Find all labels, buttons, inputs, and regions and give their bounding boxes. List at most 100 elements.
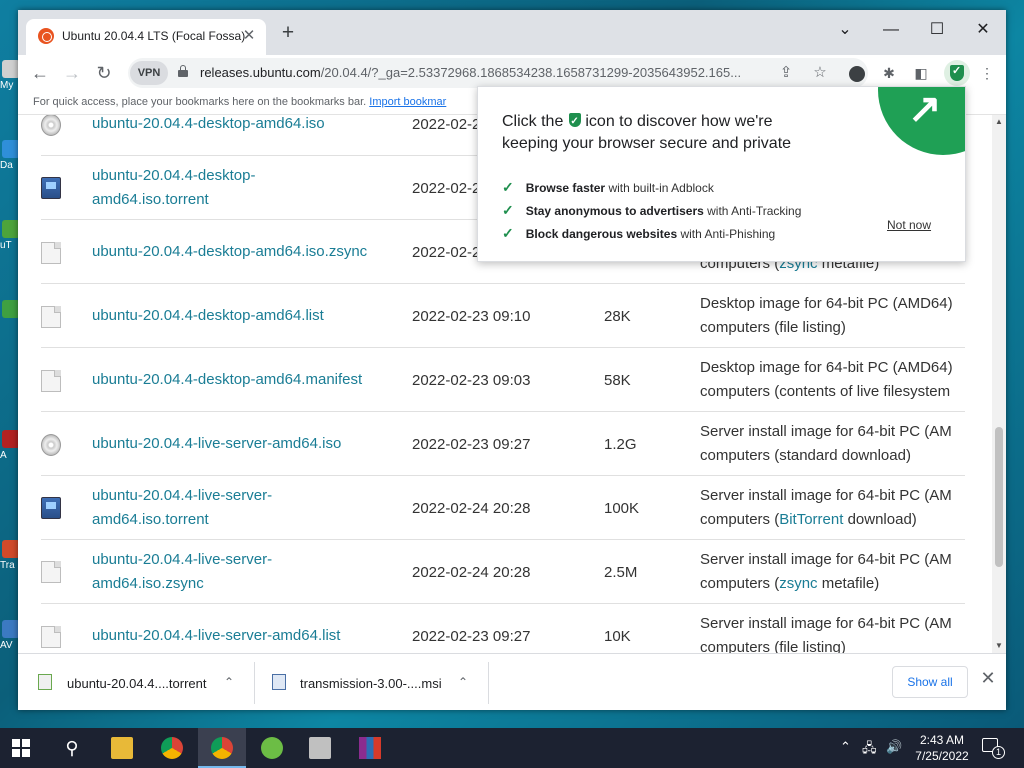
feature-item: ✓ Block dangerous websites with Anti-Phis… — [502, 225, 775, 242]
file-link[interactable]: ubuntu-20.04.4-live-server-amd64.list — [92, 624, 392, 648]
share-icon[interactable]: ⇪ — [774, 61, 798, 85]
download-options-chevron-icon[interactable]: ⌃ — [458, 675, 468, 689]
checkmark-icon: ✓ — [502, 179, 514, 195]
scrollbar-thumb[interactable] — [995, 427, 1003, 567]
file-link-line: ubuntu-20.04.4-desktop-amd64.iso.zsync — [92, 243, 368, 260]
shield-icon — [569, 111, 582, 133]
scroll-up-arrow[interactable]: ▲ — [992, 117, 1006, 129]
download-item-transmission[interactable]: transmission-3.00-....msi ⌃ — [254, 662, 488, 704]
file-icon — [41, 561, 61, 583]
description-text: metafile) — [817, 575, 880, 592]
security-shield-icon[interactable] — [944, 60, 970, 86]
security-promo-popup: ↗ Click theicon to discover how we're ke… — [477, 86, 966, 262]
vpn-badge[interactable]: VPN — [130, 61, 168, 85]
ubuntu-favicon-icon — [38, 28, 54, 44]
download-separator — [488, 662, 489, 704]
import-bookmarks-link[interactable]: Import bookmar — [369, 96, 446, 108]
notification-center-icon[interactable]: 1 — [982, 738, 1005, 759]
network-icon[interactable]: 🖧 — [862, 739, 877, 761]
tab-ubuntu-release[interactable]: Ubuntu 20.04.4 LTS (Focal Fossa) ✕ — [26, 19, 266, 55]
download-options-chevron-icon[interactable]: ⌃ — [224, 675, 234, 689]
file-link-line: amd64.iso.torrent — [92, 191, 209, 208]
last-modified: 2022-02-2 — [412, 180, 481, 197]
download-item-torrent[interactable]: ubuntu-20.04.4....torrent ⌃ — [18, 662, 254, 704]
back-button[interactable]: ← — [26, 59, 54, 87]
scroll-down-arrow[interactable]: ▼ — [992, 641, 1006, 653]
table-row: ubuntu-20.04.4-desktop-amd64.list 2022-02… — [41, 284, 965, 348]
description-line: computers (zsync metafile) — [700, 572, 965, 596]
file-link[interactable]: ubuntu-20.04.4-live-server-amd64.iso.zsy… — [92, 548, 392, 596]
start-button[interactable] — [12, 739, 30, 757]
address-bar[interactable]: VPN releases.ubuntu.com/20.04.4/?_ga=2.5… — [128, 58, 868, 88]
tab-close-icon[interactable]: ✕ — [240, 26, 258, 44]
url-host: releases.ubuntu.com — [200, 65, 321, 80]
taskbar-chrome[interactable] — [148, 728, 196, 768]
last-modified: 2022-02-23 09:27 — [412, 628, 531, 645]
description-text: computers (file listing) — [700, 639, 846, 653]
feature-title: Stay anonymous to advertisers — [525, 204, 704, 218]
chrome-window: Ubuntu 20.04.4 LTS (Focal Fossa) ✕ + ⌄ —… — [18, 10, 1006, 710]
description-link[interactable]: BitTorrent — [779, 511, 843, 528]
file-link-line: ubuntu-20.04.4-desktop-amd64.manifest — [92, 371, 363, 388]
clock-time: 2:43 AM — [919, 733, 965, 747]
taskbar-utorrent[interactable] — [248, 728, 296, 768]
not-now-link[interactable]: Not now — [887, 218, 931, 232]
file-link[interactable]: ubuntu-20.04.4-live-server-amd64.iso — [92, 432, 392, 456]
popup-heading: Click theicon to discover how we're keep… — [502, 111, 832, 155]
description-line: computers (file listing) — [700, 636, 965, 653]
file-link[interactable]: ubuntu-20.04.4-desktop-amd64.list — [92, 304, 392, 328]
taskbar-search-icon[interactable]: ⚲ — [48, 728, 96, 768]
taskbar-clock[interactable]: 2:43 AM 7/25/2022 — [912, 732, 972, 764]
tab-search-button[interactable]: ⌄ — [822, 16, 868, 44]
taskbar-installer[interactable] — [296, 728, 344, 768]
forward-button[interactable]: → — [58, 59, 86, 87]
show-all-downloads-button[interactable]: Show all — [892, 666, 968, 698]
chrome-menu-icon[interactable]: ⋮ — [974, 60, 1000, 86]
disc-image-icon — [41, 434, 61, 456]
file-size: 10K — [604, 628, 631, 645]
file-link-line: ubuntu-20.04.4-desktop-amd64.iso — [92, 115, 325, 132]
taskbar-winrar[interactable] — [346, 728, 394, 768]
bookmarks-hint: For quick access, place your bookmarks h… — [33, 96, 446, 108]
file-description: Desktop image for 64-bit PC (AMD64) compu… — [700, 292, 965, 340]
taskbar-browser-active[interactable] — [198, 728, 246, 768]
maximize-button[interactable]: ☐ — [914, 16, 960, 44]
file-link-line: amd64.iso.zsync — [92, 575, 204, 592]
reload-button[interactable]: ↻ — [90, 59, 118, 87]
close-download-shelf-icon[interactable]: ✕ — [978, 668, 998, 689]
bookmark-star-icon[interactable]: ☆ — [808, 61, 832, 85]
extensions-puzzle-icon[interactable]: ✱ — [876, 60, 902, 86]
taskbar-file-explorer[interactable] — [98, 728, 146, 768]
file-icon — [41, 626, 61, 648]
vertical-scrollbar[interactable]: ▲ ▼ — [992, 115, 1006, 653]
show-hidden-icons-chevron[interactable]: ⌃ — [840, 739, 851, 755]
file-size: 2.5M — [604, 564, 638, 581]
volume-icon[interactable]: 🔊 — [886, 739, 902, 755]
file-link[interactable]: ubuntu-20.04.4-desktop-amd64.manifest — [92, 368, 392, 392]
file-description: Server install image for 64-bit PC (AM co… — [700, 548, 965, 596]
download-shelf: ubuntu-20.04.4....torrent ⌃ transmission… — [18, 653, 1006, 710]
description-text: computers ( — [700, 575, 780, 592]
file-size: 1.2G — [604, 436, 637, 453]
file-link[interactable]: ubuntu-20.04.4-live-server-amd64.iso.tor… — [92, 484, 392, 532]
file-link[interactable]: ubuntu-20.04.4-desktop-amd64.iso.zsync — [92, 240, 392, 264]
url-text[interactable]: releases.ubuntu.com/20.04.4/?_ga=2.53372… — [200, 65, 770, 80]
file-size: 28K — [604, 308, 631, 325]
arrow-up-right-icon: ↗ — [908, 87, 942, 131]
extension-antitracking-icon[interactable] — [844, 60, 870, 86]
file-link[interactable]: ubuntu-20.04.4-desktop-amd64.iso.torrent — [92, 164, 392, 212]
close-window-button[interactable]: ✕ — [960, 16, 1006, 44]
file-link-line: amd64.iso.torrent — [92, 511, 209, 528]
new-tab-button[interactable]: + — [276, 22, 300, 44]
description-link[interactable]: zsync — [779, 575, 817, 592]
description-text: Server install image for 64-bit PC (AM — [700, 423, 952, 440]
file-link[interactable]: ubuntu-20.04.4-desktop-amd64.iso — [92, 115, 392, 136]
folder-icon — [111, 737, 133, 759]
feature-detail: with Anti-Tracking — [707, 204, 802, 218]
description-text: Server install image for 64-bit PC (AM — [700, 615, 952, 632]
table-row: ubuntu-20.04.4-live-server-amd64.iso.zsy… — [41, 540, 965, 604]
minimize-button[interactable]: — — [868, 16, 914, 44]
lock-icon[interactable] — [178, 65, 188, 77]
side-panel-icon[interactable]: ◧ — [908, 60, 934, 86]
url-path: /20.04.4/?_ga=2.53372968.1868534238.1658… — [320, 65, 742, 80]
